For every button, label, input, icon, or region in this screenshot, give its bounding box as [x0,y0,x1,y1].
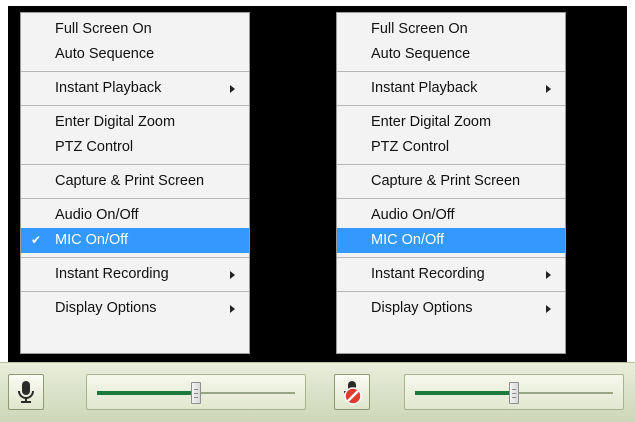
menu-item-auto-sequence[interactable]: Auto Sequence [21,42,249,67]
submenu-arrow-icon [546,85,551,93]
slider-thumb[interactable] [191,382,201,404]
menu-item-mic-on-off[interactable]: MIC On/Off [337,228,565,253]
menu-group: Instant Recording [21,257,249,291]
submenu-arrow-icon [546,305,551,313]
menu-item-ptz-control[interactable]: PTZ Control [337,135,565,160]
menu-item-instant-recording[interactable]: Instant Recording [21,262,249,287]
menu-item-label: PTZ Control [371,139,450,155]
menu-item-label: Audio On/Off [55,207,139,223]
menu-item-label: PTZ Control [55,139,134,155]
menu-item-mic-on-off[interactable]: ✔ MIC On/Off [21,228,249,253]
volume-slider-left[interactable] [86,374,306,410]
mic-toggle-button[interactable] [8,374,44,410]
slider-track [97,382,295,404]
submenu-arrow-icon [230,85,235,93]
menu-group: Display Options [21,291,249,325]
menu-item-label: Full Screen On [55,21,152,37]
slider-thumb[interactable] [509,382,519,404]
menu-item-label: Auto Sequence [371,46,471,62]
slider-fill [97,391,196,395]
menu-item-display-options[interactable]: Display Options [21,296,249,321]
checkmark-icon: ✔ [31,233,42,247]
menu-group: Enter Digital Zoom PTZ Control [21,105,249,164]
menu-item-label: Capture & Print Screen [55,173,205,189]
volume-slider-right[interactable] [404,374,624,410]
menu-item-instant-playback[interactable]: Instant Playback [21,76,249,101]
submenu-arrow-icon [230,271,235,279]
menu-group: Display Options [337,291,565,325]
menu-group: Enter Digital Zoom PTZ Control [337,105,565,164]
menu-item-enter-digital-zoom[interactable]: Enter Digital Zoom [21,110,249,135]
menu-item-ptz-control[interactable]: PTZ Control [21,135,249,160]
menu-group: Instant Recording [337,257,565,291]
menu-item-label: MIC On/Off [371,232,445,248]
menu-item-label: MIC On/Off [55,232,129,248]
menu-item-full-screen-on[interactable]: Full Screen On [21,17,249,42]
menu-item-audio-on-off[interactable]: Audio On/Off [337,203,565,228]
menu-group: Audio On/Off MIC On/Off [337,198,565,257]
menu-item-audio-on-off[interactable]: Audio On/Off [21,203,249,228]
menu-item-capture-and-print-screen[interactable]: Capture & Print Screen [337,169,565,194]
audio-control-bar [0,362,635,422]
submenu-arrow-icon [546,271,551,279]
menu-item-instant-recording[interactable]: Instant Recording [337,262,565,287]
menu-group: Audio On/Off ✔ MIC On/Off [21,198,249,257]
submenu-arrow-icon [230,305,235,313]
context-menu-mic-off: Full Screen On Auto Sequence Instant Playb… [336,12,566,354]
microphone-icon [18,381,34,403]
context-menu-mic-on: Full Screen On Auto Sequence Instant Playb… [20,12,250,354]
menu-item-label: Instant Recording [55,266,169,282]
menu-item-label: Enter Digital Zoom [371,114,492,130]
menu-item-label: Audio On/Off [371,207,455,223]
menu-item-label: Auto Sequence [55,46,155,62]
menu-item-label: Capture & Print Screen [371,173,521,189]
slider-fill [415,391,514,395]
menu-item-label: Full Screen On [371,21,468,37]
menu-item-label: Instant Recording [371,266,485,282]
menu-item-label: Instant Playback [55,80,162,96]
menu-group: Instant Playback [337,71,565,105]
menu-item-display-options[interactable]: Display Options [337,296,565,321]
menu-group: Instant Playback [21,71,249,105]
microphone-muted-icon [344,381,362,405]
menu-item-label: Enter Digital Zoom [55,114,176,130]
menu-item-label: Display Options [371,300,473,316]
menu-item-full-screen-on[interactable]: Full Screen On [337,17,565,42]
menu-item-auto-sequence[interactable]: Auto Sequence [337,42,565,67]
slider-track [415,382,613,404]
menu-item-label: Display Options [55,300,157,316]
menu-item-enter-digital-zoom[interactable]: Enter Digital Zoom [337,110,565,135]
menu-group: Full Screen On Auto Sequence [21,13,249,71]
menu-group: Capture & Print Screen [21,164,249,198]
menu-item-instant-playback[interactable]: Instant Playback [337,76,565,101]
menu-item-capture-and-print-screen[interactable]: Capture & Print Screen [21,169,249,194]
menu-group: Full Screen On Auto Sequence [337,13,565,71]
menu-group: Capture & Print Screen [337,164,565,198]
menu-item-label: Instant Playback [371,80,478,96]
mic-toggle-button-muted[interactable] [334,374,370,410]
